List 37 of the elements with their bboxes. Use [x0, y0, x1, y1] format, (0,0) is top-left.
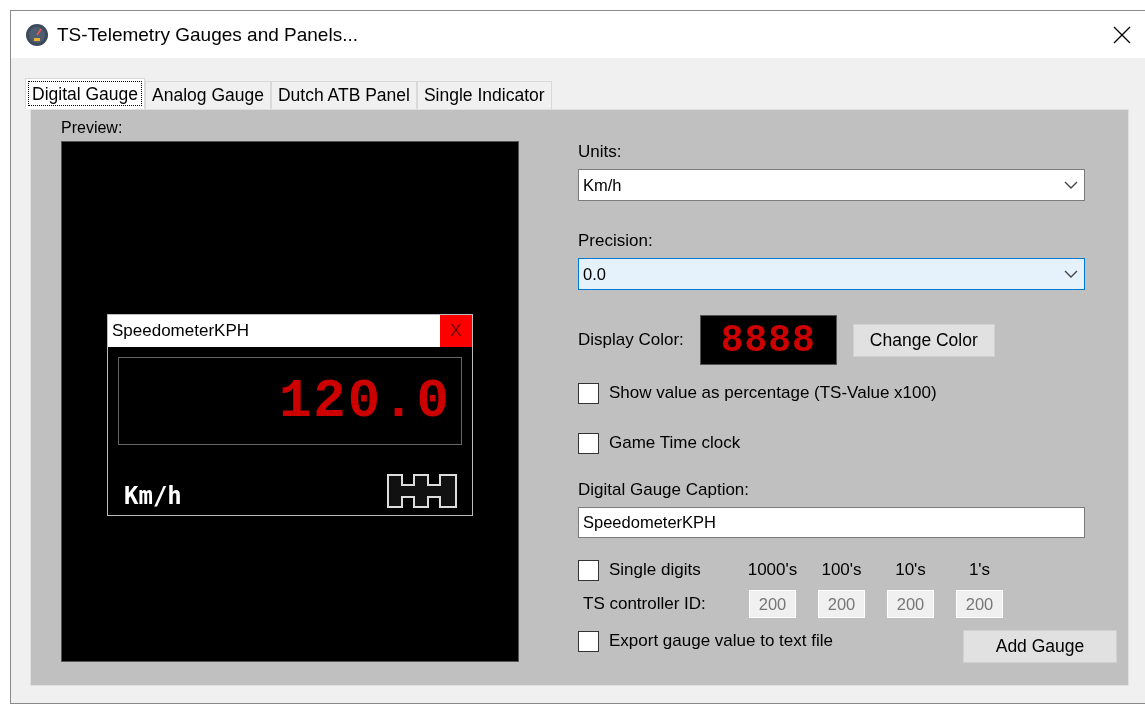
add-gauge-button[interactable]: Add Gauge — [963, 630, 1117, 663]
tab[interactable]: Single Indicator — [416, 81, 552, 109]
checkbox[interactable] — [578, 630, 599, 652]
window-title: TS-Telemetry Gauges and Panels... — [57, 23, 359, 46]
gauge-display: 120.0 — [118, 357, 462, 445]
digit-column-label: 1's — [967, 560, 992, 580]
digit-column-label: 1000's — [746, 560, 799, 580]
tab[interactable]: Digital Gauge — [25, 78, 146, 109]
checkbox-label: Show value as percentage (TS-Value x100) — [609, 383, 937, 403]
color-sample: 8888 — [699, 315, 837, 365]
tab[interactable]: Dutch ATB Panel — [270, 81, 417, 109]
change-color-button[interactable]: Change Color — [852, 323, 995, 357]
gauge-caption: SpeedometerKPH — [111, 320, 251, 342]
display-color-label: Display Color: — [578, 330, 684, 350]
caption-label: Digital Gauge Caption: — [578, 480, 751, 500]
preview-label: Preview: — [61, 119, 124, 138]
caption-field[interactable]: SpeedometerKPH — [578, 507, 1085, 538]
tab[interactable]: Analog Gauge — [145, 81, 271, 109]
chevron-down-icon — [1064, 270, 1078, 278]
checkbox-label: Single digits — [609, 560, 701, 580]
gear-shift-icon — [386, 473, 458, 509]
units-dropdown[interactable]: Km/h — [578, 169, 1085, 201]
units-label: Units: — [578, 142, 623, 162]
controller-id-label: TS controller ID: — [582, 594, 707, 614]
precision-label: Precision: — [578, 231, 654, 251]
close-icon[interactable] — [1113, 25, 1131, 44]
chevron-down-icon — [1064, 181, 1078, 189]
checkbox-label: Game Time clock — [609, 433, 741, 453]
unit-label: Km/h — [124, 483, 182, 509]
checkbox[interactable] — [578, 559, 599, 581]
precision-dropdown[interactable]: 0.0 — [578, 258, 1085, 290]
digit-column-label: 10's — [894, 560, 927, 580]
digit-column-label: 100's — [820, 560, 863, 580]
checkbox[interactable] — [578, 382, 599, 404]
checkbox[interactable] — [578, 432, 599, 454]
checkbox-label: Export gauge value to text file — [609, 631, 833, 651]
speedometer-icon — [25, 22, 49, 47]
